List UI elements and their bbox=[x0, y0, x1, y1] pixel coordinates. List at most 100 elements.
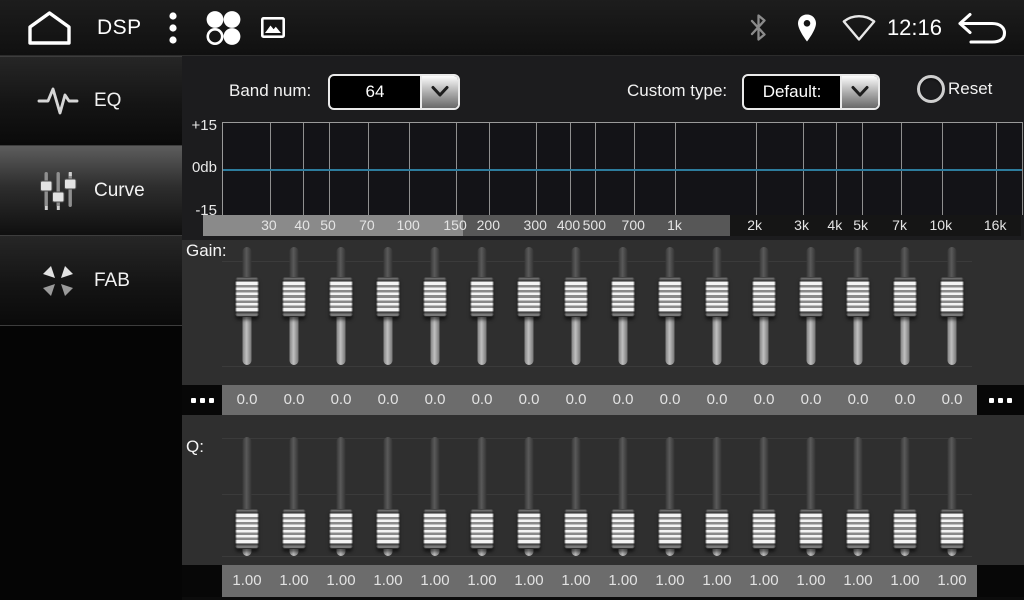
slider-thumb[interactable] bbox=[753, 277, 776, 317]
slider-thumb[interactable] bbox=[330, 509, 353, 549]
q-band-slider[interactable] bbox=[600, 437, 647, 556]
band-num-dropdown[interactable]: 64 bbox=[328, 74, 460, 110]
curve-plot-area bbox=[222, 122, 1023, 215]
gain-band-slider[interactable] bbox=[224, 247, 271, 365]
q-more-bands-left-button[interactable] bbox=[182, 565, 222, 598]
slider-thumb[interactable] bbox=[377, 509, 400, 549]
q-band-slider[interactable] bbox=[741, 437, 788, 556]
q-band-slider[interactable] bbox=[459, 437, 506, 556]
slider-thumb[interactable] bbox=[800, 509, 823, 549]
slider-thumb[interactable] bbox=[518, 277, 541, 317]
reset-radio-button[interactable] bbox=[917, 75, 945, 103]
y-axis-tick-zero: 0db bbox=[181, 159, 217, 176]
gain-more-bands-left-button[interactable] bbox=[182, 385, 222, 415]
gallery-icon[interactable] bbox=[260, 16, 286, 39]
q-band-slider[interactable] bbox=[271, 437, 318, 556]
q-more-bands-right-button[interactable] bbox=[977, 565, 1024, 598]
gain-band-slider[interactable] bbox=[459, 247, 506, 365]
q-band-value: 1.00 bbox=[271, 565, 318, 596]
gain-band-slider[interactable] bbox=[788, 247, 835, 365]
q-band-slider[interactable] bbox=[835, 437, 882, 556]
slider-thumb[interactable] bbox=[753, 509, 776, 549]
sidebar-item-fab[interactable]: FAB bbox=[0, 236, 182, 326]
gain-band-slider[interactable] bbox=[647, 247, 694, 365]
gain-band-slider[interactable] bbox=[365, 247, 412, 365]
q-label: Q: bbox=[186, 437, 204, 457]
q-band-slider[interactable] bbox=[882, 437, 929, 556]
q-band-slider[interactable] bbox=[647, 437, 694, 556]
gain-band-slider[interactable] bbox=[741, 247, 788, 365]
q-band-value: 1.00 bbox=[647, 565, 694, 596]
gain-band-slider[interactable] bbox=[694, 247, 741, 365]
q-band-slider[interactable] bbox=[788, 437, 835, 556]
slider-thumb[interactable] bbox=[283, 277, 306, 317]
slider-thumb[interactable] bbox=[471, 277, 494, 317]
gain-band-slider[interactable] bbox=[271, 247, 318, 365]
q-band-value: 1.00 bbox=[459, 565, 506, 596]
q-band-value: 1.00 bbox=[365, 565, 412, 596]
q-band-slider[interactable] bbox=[929, 437, 976, 556]
q-band-value: 1.00 bbox=[506, 565, 553, 596]
slider-thumb[interactable] bbox=[377, 277, 400, 317]
slider-thumb[interactable] bbox=[941, 277, 964, 317]
slider-thumb[interactable] bbox=[847, 509, 870, 549]
gain-band-slider[interactable] bbox=[835, 247, 882, 365]
q-band-slider[interactable] bbox=[506, 437, 553, 556]
page-title: DSP bbox=[97, 16, 142, 40]
slider-thumb[interactable] bbox=[565, 277, 588, 317]
gain-band-slider[interactable] bbox=[506, 247, 553, 365]
overflow-menu-icon[interactable] bbox=[168, 10, 178, 46]
slider-thumb[interactable] bbox=[659, 277, 682, 317]
band-num-value: 64 bbox=[330, 76, 420, 108]
x-tick-label: 300 bbox=[524, 215, 547, 236]
x-tick-label: 200 bbox=[477, 215, 500, 236]
slider-thumb[interactable] bbox=[236, 277, 259, 317]
custom-type-dropdown[interactable]: Default: bbox=[742, 74, 880, 110]
q-band-slider[interactable] bbox=[412, 437, 459, 556]
slider-thumb[interactable] bbox=[847, 277, 870, 317]
clock: 12:16 bbox=[887, 15, 942, 41]
gain-band-slider[interactable] bbox=[929, 247, 976, 365]
apps-launcher-icon[interactable] bbox=[204, 9, 242, 46]
gain-band-value: 0.0 bbox=[365, 385, 412, 415]
gain-band-slider[interactable] bbox=[882, 247, 929, 365]
q-band-slider[interactable] bbox=[365, 437, 412, 556]
slider-thumb[interactable] bbox=[612, 277, 635, 317]
slider-thumb[interactable] bbox=[941, 509, 964, 549]
q-band-slider[interactable] bbox=[318, 437, 365, 556]
x-tick-label: 150 bbox=[443, 215, 466, 236]
slider-thumb[interactable] bbox=[659, 509, 682, 549]
q-band-value: 1.00 bbox=[835, 565, 882, 596]
q-band-value: 1.00 bbox=[412, 565, 459, 596]
gain-band-slider[interactable] bbox=[600, 247, 647, 365]
x-tick-label: 70 bbox=[359, 215, 375, 236]
q-band-value: 1.00 bbox=[224, 565, 271, 596]
home-icon[interactable] bbox=[26, 10, 73, 46]
slider-thumb[interactable] bbox=[283, 509, 306, 549]
slider-thumb[interactable] bbox=[236, 509, 259, 549]
q-band-slider[interactable] bbox=[224, 437, 271, 556]
slider-thumb[interactable] bbox=[894, 277, 917, 317]
q-band-slider[interactable] bbox=[694, 437, 741, 556]
gain-band-slider[interactable] bbox=[318, 247, 365, 365]
sidebar-item-eq[interactable]: EQ bbox=[0, 56, 182, 146]
slider-thumb[interactable] bbox=[706, 509, 729, 549]
slider-thumb[interactable] bbox=[800, 277, 823, 317]
x-tick-label: 30 bbox=[261, 215, 277, 236]
slider-thumb[interactable] bbox=[612, 509, 635, 549]
gain-band-slider[interactable] bbox=[553, 247, 600, 365]
slider-thumb[interactable] bbox=[471, 509, 494, 549]
slider-thumb[interactable] bbox=[894, 509, 917, 549]
slider-thumb[interactable] bbox=[518, 509, 541, 549]
slider-thumb[interactable] bbox=[706, 277, 729, 317]
slider-thumb[interactable] bbox=[424, 277, 447, 317]
q-band-value: 1.00 bbox=[882, 565, 929, 596]
sidebar-item-curve[interactable]: Curve bbox=[0, 146, 182, 236]
gain-band-slider[interactable] bbox=[412, 247, 459, 365]
slider-thumb[interactable] bbox=[424, 509, 447, 549]
q-band-slider[interactable] bbox=[553, 437, 600, 556]
slider-thumb[interactable] bbox=[565, 509, 588, 549]
slider-thumb[interactable] bbox=[330, 277, 353, 317]
gain-more-bands-right-button[interactable] bbox=[977, 385, 1024, 415]
back-icon[interactable] bbox=[956, 11, 1008, 45]
